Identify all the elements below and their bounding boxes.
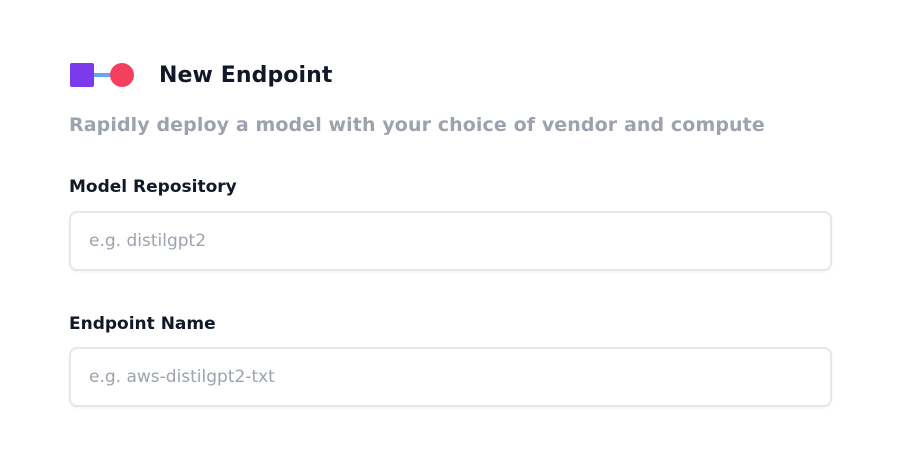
model-repository-input[interactable] xyxy=(69,211,832,271)
new-endpoint-form: New Endpoint Rapidly deploy a model with… xyxy=(0,0,900,476)
endpoint-name-input[interactable] xyxy=(69,347,832,407)
endpoint-connector-icon xyxy=(70,63,134,87)
model-repository-label: Model Repository xyxy=(69,177,237,197)
page-title: New Endpoint xyxy=(159,62,333,88)
header: New Endpoint xyxy=(69,60,333,90)
endpoint-name-label: Endpoint Name xyxy=(69,314,216,334)
page-subtitle: Rapidly deploy a model with your choice … xyxy=(69,114,765,136)
